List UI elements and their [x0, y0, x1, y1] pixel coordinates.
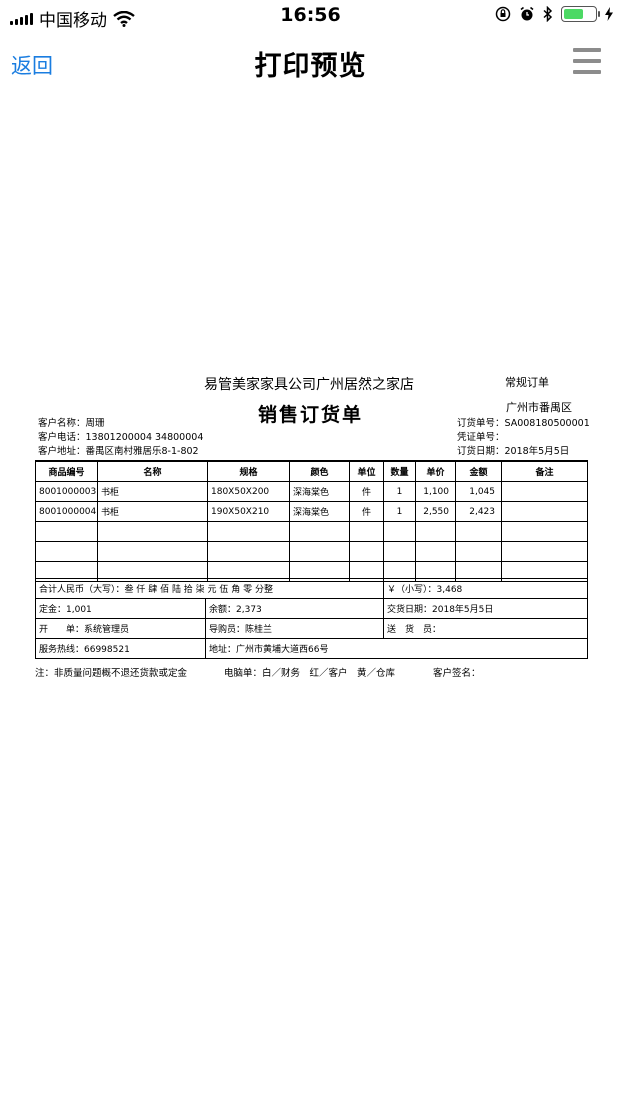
total-amount-uppercase: 合计人民币（大写）：叁 仟 肆 佰 陆 拾 柒 元 伍 角 零 分整 — [34, 578, 385, 599]
total-amount-lowercase: ￥（小写）：3,468 — [383, 578, 589, 599]
table-cell: 1 — [383, 481, 416, 502]
column-header: 单价 — [415, 460, 456, 482]
summary-row: 服务热线：66998521 地址：广州市黄埔大道西66号 — [35, 638, 589, 659]
column-header: 规格 — [207, 460, 290, 482]
table-cell: 书柜 — [97, 481, 208, 502]
column-header: 数量 — [383, 460, 416, 482]
table-cell — [35, 521, 98, 542]
column-header: 名称 — [97, 460, 208, 482]
table-cell: 180X50X200 — [207, 481, 290, 502]
order-date: 订货日期：2018年5月5日 — [457, 446, 570, 457]
table-cell — [501, 481, 588, 502]
table-cell: 书柜 — [97, 501, 208, 522]
column-header: 单位 — [349, 460, 384, 482]
table-row — [35, 541, 588, 562]
table-cell — [455, 521, 502, 542]
table-cell — [207, 541, 290, 562]
district: 广州市番禺区 — [506, 401, 572, 414]
customer-phone: 客户电话：13801200004 34800004 — [38, 432, 204, 443]
table-cell — [289, 521, 350, 542]
table-row — [35, 521, 588, 542]
table-cell: 1,045 — [455, 481, 502, 502]
table-cell: 8001000004 — [35, 501, 98, 522]
order-items-table: 商品编号 名称 规格 颜色 单位 数量 单价 金额 备注 8001000003 … — [35, 460, 588, 582]
table-cell — [455, 541, 502, 562]
table-cell — [207, 521, 290, 542]
print-preview-document: 易管美家家具公司广州居然之家店 销售订货单 常规订单 广州市番禺区 客户名称：周… — [0, 0, 621, 1104]
table-cell: 1 — [383, 501, 416, 522]
table-cell: 深海棠色 — [289, 501, 350, 522]
column-header: 颜色 — [289, 460, 350, 482]
table-cell — [501, 541, 588, 562]
table-row: 8001000004 书柜 190X50X210 深海棠色 件 1 2,550 … — [35, 501, 588, 522]
issuer: 开 单：系统管理员 — [35, 618, 206, 639]
company-name: 易管美家家具公司广州居然之家店 — [204, 377, 414, 393]
document-title: 销售订货单 — [258, 404, 364, 426]
table-cell: 8001000003 — [35, 481, 98, 502]
summary-row: 开 单：系统管理员 导购员：陈桂兰 送 货 员： — [35, 618, 589, 639]
table-row: 8001000003 书柜 180X50X200 深海棠色 件 1 1,100 … — [35, 481, 588, 502]
table-cell: 件 — [349, 481, 384, 502]
deposit-amount: 定金：1,001 — [35, 598, 206, 619]
column-header: 商品编号 — [35, 460, 98, 482]
voucher-number: 凭证单号： — [457, 432, 505, 443]
table-cell: 2,550 — [415, 501, 456, 522]
table-cell — [35, 541, 98, 562]
delivery-date: 交货日期：2018年5月5日 — [383, 598, 589, 619]
column-header: 备注 — [501, 460, 588, 482]
table-cell: 2,423 — [455, 501, 502, 522]
table-cell — [415, 521, 456, 542]
table-cell — [383, 521, 416, 542]
summary-row: 定金：1,001 余额：2,373 交货日期：2018年5月5日 — [35, 598, 589, 619]
copy-distribution: 电脑单：白／财务 红／客户 黄／仓库 — [224, 668, 396, 679]
table-cell — [349, 521, 384, 542]
store-address: 地址：广州市黄埔大道西66号 — [204, 638, 589, 659]
customer-signature: 客户签名： — [433, 668, 481, 679]
summary-row: 合计人民币（大写）：叁 仟 肆 佰 陆 拾 柒 元 伍 角 零 分整 ￥（小写）… — [34, 578, 589, 599]
table-cell — [501, 521, 588, 542]
customer-name: 客户名称：周珊 — [38, 418, 105, 429]
table-cell: 深海棠色 — [289, 481, 350, 502]
order-summary-table: 合计人民币（大写）：叁 仟 肆 佰 陆 拾 柒 元 伍 角 零 分整 ￥（小写）… — [34, 578, 589, 659]
table-cell — [383, 541, 416, 562]
column-header: 金额 — [455, 460, 502, 482]
table-cell — [289, 541, 350, 562]
refund-note: 注：非质量问题概不退还货款或定金 — [35, 668, 188, 679]
table-cell — [97, 521, 208, 542]
table-cell — [349, 541, 384, 562]
deliverer: 送 货 员： — [383, 618, 589, 639]
table-cell — [97, 541, 208, 562]
table-cell: 1,100 — [415, 481, 456, 502]
table-header-row: 商品编号 名称 规格 颜色 单位 数量 单价 金额 备注 — [35, 460, 588, 482]
sales-guide: 导购员：陈桂兰 — [204, 618, 385, 639]
service-hotline: 服务热线：66998521 — [35, 638, 206, 659]
order-number: 订货单号：SA008180500001 — [457, 418, 590, 429]
order-type: 常规订单 — [505, 376, 549, 389]
table-cell — [501, 501, 588, 522]
table-cell: 190X50X210 — [207, 501, 290, 522]
balance-amount: 余额：2,373 — [204, 598, 385, 619]
table-cell: 件 — [349, 501, 384, 522]
table-cell — [415, 541, 456, 562]
customer-address: 客户地址：番禺区南村雅居乐8-1-802 — [38, 446, 199, 457]
